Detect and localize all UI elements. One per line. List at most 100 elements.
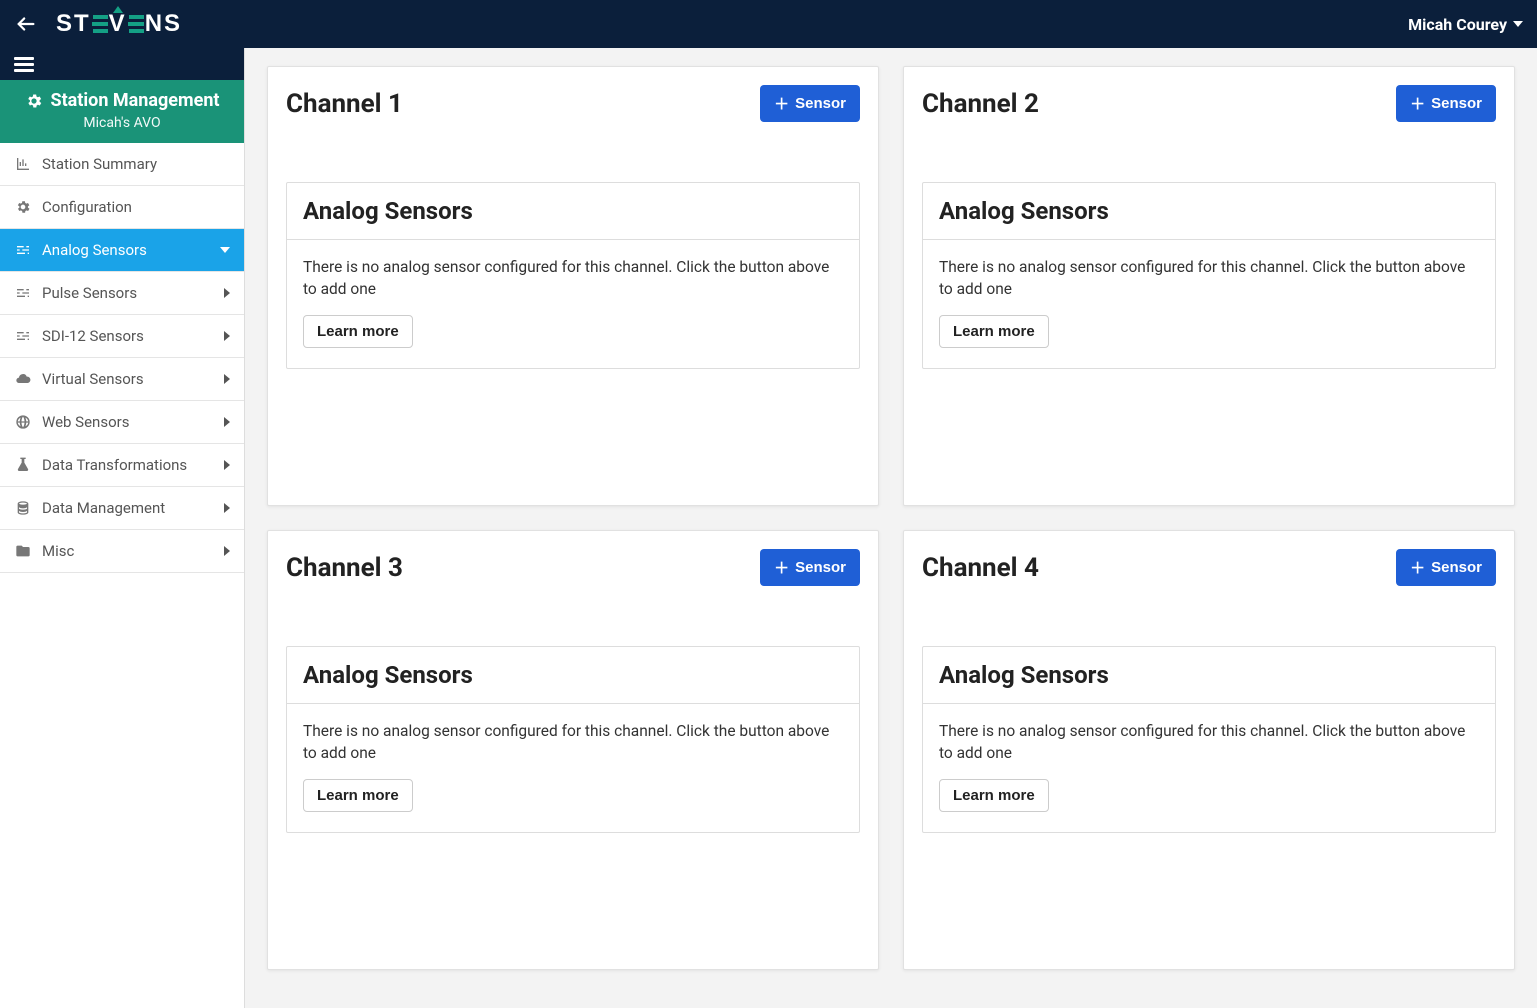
channel-panel: Channel 4 ＋ Sensor Analog Sensors There is n… bbox=[903, 530, 1515, 970]
empty-message: There is no analog sensor configured for… bbox=[303, 256, 843, 301]
channel-title: Channel 1 bbox=[286, 89, 403, 119]
channel-panel: Channel 2 ＋ Sensor Analog Sensors There is n… bbox=[903, 66, 1515, 506]
channel-panel: Channel 1 ＋ Sensor Analog Sensors There is n… bbox=[267, 66, 879, 506]
arrow-left-icon bbox=[15, 13, 37, 35]
analog-sensors-card-title: Analog Sensors bbox=[923, 183, 1495, 240]
channel-title: Channel 4 bbox=[922, 553, 1039, 583]
main-content: Channel 1 ＋ Sensor Analog Sensors There is n… bbox=[245, 48, 1537, 1008]
chevron-down-icon bbox=[220, 247, 230, 253]
cloud-icon bbox=[14, 371, 32, 387]
add-sensor-button[interactable]: ＋ Sensor bbox=[1396, 85, 1496, 122]
chevron-right-icon bbox=[224, 460, 230, 470]
sidebar-item-label: Misc bbox=[42, 542, 74, 560]
analog-sensors-card-body: There is no analog sensor configured for… bbox=[287, 704, 859, 832]
channel-panel-header: Channel 3 ＋ Sensor bbox=[286, 549, 860, 586]
sidebar-item-label: Data Management bbox=[42, 499, 165, 517]
sidebar-item-data-transformations[interactable]: Data Transformations bbox=[0, 444, 244, 487]
sidebar: Station Management Micah's AVO Station S… bbox=[0, 48, 245, 1008]
user-menu[interactable]: Micah Courey bbox=[1408, 15, 1523, 34]
plus-icon: ＋ bbox=[1410, 557, 1425, 578]
plus-icon: ＋ bbox=[774, 93, 789, 114]
empty-message: There is no analog sensor configured for… bbox=[303, 720, 843, 765]
sidebar-nav: Station Summary Configuration Analog Senso… bbox=[0, 143, 244, 573]
add-sensor-button-label: Sensor bbox=[1431, 95, 1482, 112]
sidebar-item-virtual-sensors[interactable]: Virtual Sensors bbox=[0, 358, 244, 401]
sliders-icon bbox=[14, 242, 32, 258]
database-icon bbox=[14, 500, 32, 516]
station-mgmt-title: Station Management bbox=[51, 90, 220, 111]
channel-panel-header: Channel 1 ＋ Sensor bbox=[286, 85, 860, 122]
learn-more-button[interactable]: Learn more bbox=[303, 779, 413, 812]
gear-icon bbox=[14, 199, 32, 215]
analog-sensors-card: Analog Sensors There is no analog sensor … bbox=[922, 182, 1496, 369]
sidebar-item-label: Virtual Sensors bbox=[42, 370, 144, 388]
hamburger-button[interactable] bbox=[14, 54, 34, 75]
add-sensor-button[interactable]: ＋ Sensor bbox=[760, 85, 860, 122]
station-subtitle: Micah's AVO bbox=[6, 115, 238, 131]
app-logo: ST V NS bbox=[56, 10, 182, 38]
user-name: Micah Courey bbox=[1408, 15, 1507, 34]
sidebar-item-configuration[interactable]: Configuration bbox=[0, 186, 244, 229]
channel-title: Channel 2 bbox=[922, 89, 1039, 119]
chevron-right-icon bbox=[224, 417, 230, 427]
learn-more-button[interactable]: Learn more bbox=[939, 315, 1049, 348]
logo-e-glyph-icon bbox=[128, 15, 144, 33]
learn-more-button[interactable]: Learn more bbox=[303, 315, 413, 348]
chevron-right-icon bbox=[224, 546, 230, 556]
add-sensor-button[interactable]: ＋ Sensor bbox=[1396, 549, 1496, 586]
back-button[interactable] bbox=[14, 12, 38, 36]
add-sensor-button-label: Sensor bbox=[795, 559, 846, 576]
analog-sensors-card-title: Analog Sensors bbox=[287, 183, 859, 240]
chevron-right-icon bbox=[224, 288, 230, 298]
channel-panel-header: Channel 2 ＋ Sensor bbox=[922, 85, 1496, 122]
sidebar-top-strip bbox=[0, 48, 244, 80]
sidebar-item-label: Analog Sensors bbox=[42, 241, 147, 259]
learn-more-button[interactable]: Learn more bbox=[939, 779, 1049, 812]
analog-sensors-card-body: There is no analog sensor configured for… bbox=[923, 240, 1495, 368]
add-sensor-button-label: Sensor bbox=[1431, 559, 1482, 576]
add-sensor-button[interactable]: ＋ Sensor bbox=[760, 549, 860, 586]
station-header: Station Management Micah's AVO bbox=[0, 80, 244, 143]
logo-e-glyph-icon bbox=[92, 15, 108, 33]
sidebar-item-misc[interactable]: Misc bbox=[0, 530, 244, 573]
channel-panel: Channel 3 ＋ Sensor Analog Sensors There is n… bbox=[267, 530, 879, 970]
sidebar-item-data-management[interactable]: Data Management bbox=[0, 487, 244, 530]
flask-icon bbox=[14, 457, 32, 473]
channel-panel-header: Channel 4 ＋ Sensor bbox=[922, 549, 1496, 586]
sidebar-item-pulse-sensors[interactable]: Pulse Sensors bbox=[0, 272, 244, 315]
globe-icon bbox=[14, 414, 32, 430]
empty-message: There is no analog sensor configured for… bbox=[939, 256, 1479, 301]
gear-icon bbox=[25, 92, 43, 110]
chevron-right-icon bbox=[224, 503, 230, 513]
sidebar-item-sdi-12-sensors[interactable]: SDI-12 Sensors bbox=[0, 315, 244, 358]
sliders-icon bbox=[14, 328, 32, 344]
add-sensor-button-label: Sensor bbox=[795, 95, 846, 112]
empty-message: There is no analog sensor configured for… bbox=[939, 720, 1479, 765]
analog-sensors-card-title: Analog Sensors bbox=[287, 647, 859, 704]
analog-sensors-card-body: There is no analog sensor configured for… bbox=[923, 704, 1495, 832]
sidebar-item-web-sensors[interactable]: Web Sensors bbox=[0, 401, 244, 444]
sliders-icon bbox=[14, 285, 32, 301]
sidebar-item-analog-sensors[interactable]: Analog Sensors bbox=[0, 229, 244, 272]
chevron-right-icon bbox=[224, 331, 230, 341]
channel-grid: Channel 1 ＋ Sensor Analog Sensors There is n… bbox=[267, 66, 1515, 970]
analog-sensors-card: Analog Sensors There is no analog sensor … bbox=[922, 646, 1496, 833]
sidebar-item-label: Pulse Sensors bbox=[42, 284, 137, 302]
plus-icon: ＋ bbox=[774, 557, 789, 578]
folder-icon bbox=[14, 543, 32, 559]
channel-title: Channel 3 bbox=[286, 553, 403, 583]
sidebar-item-label: Data Transformations bbox=[42, 456, 187, 474]
sidebar-item-label: Web Sensors bbox=[42, 413, 129, 431]
analog-sensors-card: Analog Sensors There is no analog sensor … bbox=[286, 182, 860, 369]
analog-sensors-card-body: There is no analog sensor configured for… bbox=[287, 240, 859, 368]
top-bar: ST V NS Micah Courey bbox=[0, 0, 1537, 48]
analog-sensors-card: Analog Sensors There is no analog sensor … bbox=[286, 646, 860, 833]
sidebar-item-label: Station Summary bbox=[42, 155, 157, 173]
sidebar-item-station-summary[interactable]: Station Summary bbox=[0, 143, 244, 186]
plus-icon: ＋ bbox=[1410, 93, 1425, 114]
chevron-right-icon bbox=[224, 374, 230, 384]
sidebar-item-label: SDI-12 Sensors bbox=[42, 327, 144, 345]
analog-sensors-card-title: Analog Sensors bbox=[923, 647, 1495, 704]
sidebar-item-label: Configuration bbox=[42, 198, 132, 216]
logo-drop-icon bbox=[113, 6, 123, 13]
